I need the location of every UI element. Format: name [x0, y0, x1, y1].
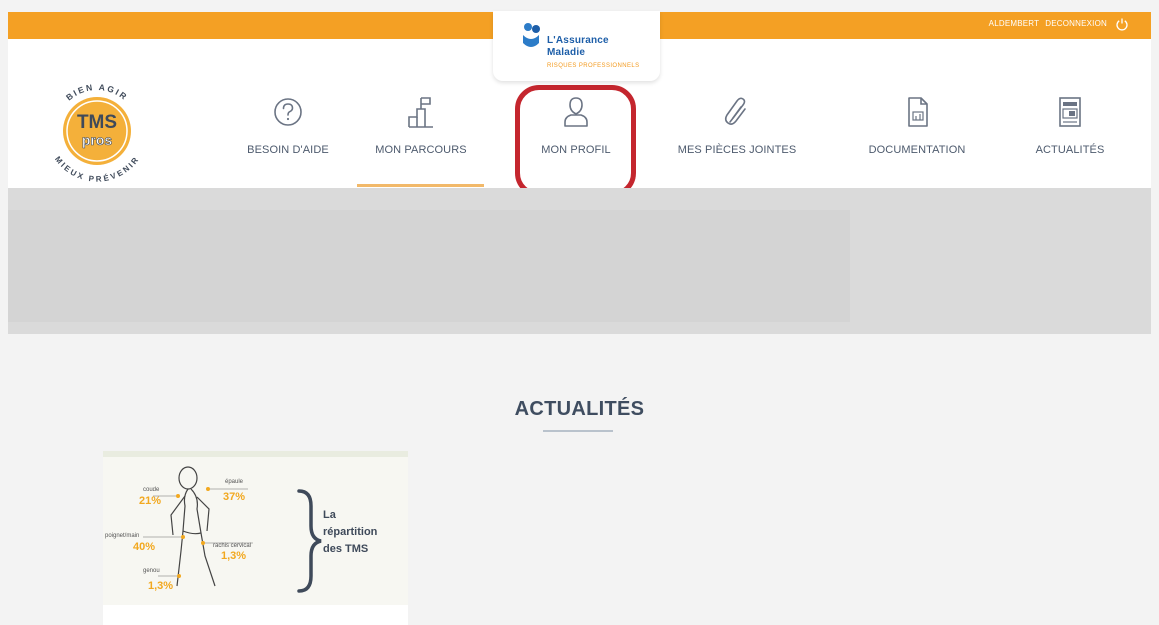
nav-mon-parcours[interactable]: MON PARCOURS [360, 95, 482, 156]
brand-tagline: RISQUES PROFESSIONNELS [547, 63, 640, 69]
stat-label: genou [143, 568, 160, 574]
tms-pros-logo[interactable]: TMS pros BIEN AGIR MIEUX PRÉVENIR [44, 78, 150, 184]
card-heading: répartition [323, 526, 378, 538]
document-icon [908, 97, 928, 127]
logo-main-text: TMS [77, 112, 117, 133]
nav-besoin-daide[interactable]: BESOIN D'AIDE [228, 95, 348, 156]
card-heading: La [323, 509, 337, 521]
assurance-maladie-mark-icon [523, 23, 540, 47]
news-icon [1059, 97, 1081, 127]
nav-actualites[interactable]: ACTUALITÉS [1020, 95, 1120, 156]
nav-documentation[interactable]: DOCUMENTATION [855, 95, 979, 156]
user-name[interactable]: ALDEMBERT [989, 19, 1040, 28]
stairs-flag-icon [408, 97, 433, 128]
stat-label: poignet/main [105, 533, 139, 539]
stat-value: 21% [139, 495, 161, 507]
card-heading: des TMS [323, 543, 368, 555]
logout-link[interactable]: DECONNEXION [1045, 19, 1107, 28]
stat-value: 1,3% [148, 580, 173, 592]
question-circle-icon [274, 98, 302, 126]
nav-label: MES PIÈCES JOINTES [677, 144, 797, 156]
stat-label: coude [143, 487, 160, 493]
news-card[interactable]: coude 21% épaule 37% poignet/main 40% ra… [103, 451, 408, 624]
highlight-annotation [515, 85, 636, 197]
active-tab-indicator [357, 184, 484, 187]
stat-value: 40% [133, 541, 155, 553]
logo-sub-text: pros [82, 132, 113, 148]
hero-banner [8, 188, 1151, 334]
stat-value: 1,3% [221, 550, 246, 562]
nav-label: BESOIN D'AIDE [247, 144, 329, 156]
user-area: ALDEMBERT DECONNEXION [989, 19, 1107, 28]
news-card-footer [103, 605, 408, 625]
nav-mes-pieces-jointes[interactable]: MES PIÈCES JOINTES [664, 95, 810, 156]
paperclip-icon [724, 97, 746, 125]
stat-value: 37% [223, 491, 245, 503]
title-divider [543, 430, 613, 432]
nav-label: DOCUMENTATION [868, 144, 966, 156]
nav-label: MON PARCOURS [375, 144, 467, 156]
stat-label: rachis cervical [213, 543, 251, 549]
power-icon[interactable] [1115, 17, 1129, 31]
brand-line1: L'Assurance [547, 35, 609, 46]
nav-label: ACTUALITÉS [1035, 144, 1105, 156]
assurance-maladie-logo[interactable]: L'Assurance Maladie RISQUES PROFESSIONNE… [493, 11, 660, 81]
news-section-title: ACTUALITÉS [514, 398, 645, 420]
tms-infographic: coude 21% épaule 37% poignet/main 40% ra… [103, 451, 408, 605]
banner-panel [8, 210, 850, 322]
stat-label: épaule [225, 479, 244, 485]
brand-line2: Maladie [547, 47, 586, 58]
